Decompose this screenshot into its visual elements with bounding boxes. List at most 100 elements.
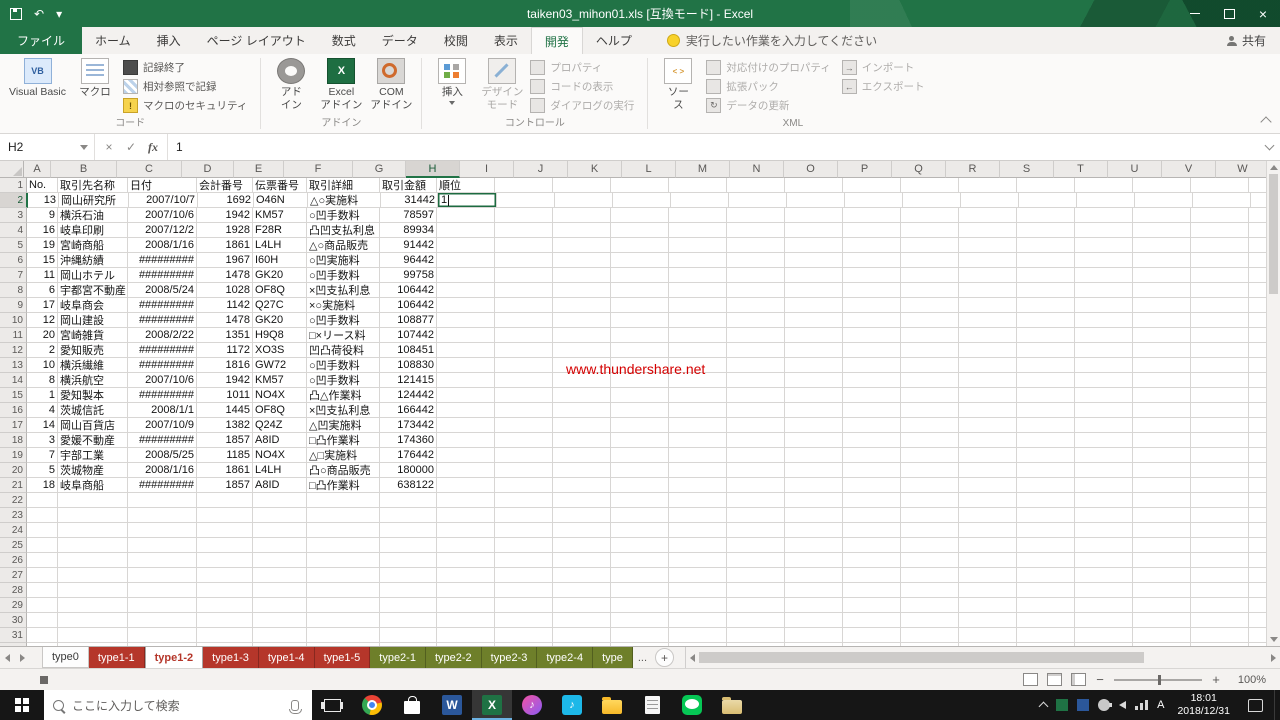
horizontal-scrollbar[interactable] xyxy=(685,647,1280,668)
cell-F7[interactable]: ○凹手数料 xyxy=(307,268,380,283)
cell-Q19[interactable] xyxy=(959,448,1017,463)
cell-K11[interactable] xyxy=(611,328,669,343)
cell-T20[interactable] xyxy=(1133,463,1191,478)
cell-C19[interactable]: 2008/5/25 xyxy=(128,448,197,463)
cell-R27[interactable] xyxy=(1017,568,1075,583)
cell-Q1[interactable] xyxy=(959,178,1017,193)
taskbar-clock[interactable]: 18:01 2018/12/31 xyxy=(1173,692,1234,718)
cell-D19[interactable]: 1185 xyxy=(197,448,253,463)
cell-M26[interactable] xyxy=(727,553,785,568)
cell-N8[interactable] xyxy=(785,283,843,298)
cell-S32[interactable] xyxy=(1075,643,1133,646)
cell-M8[interactable] xyxy=(727,283,785,298)
cell-N5[interactable] xyxy=(785,238,843,253)
cell-T4[interactable] xyxy=(1133,223,1191,238)
cell-S4[interactable] xyxy=(1075,223,1133,238)
cell-B21[interactable]: 岐阜商船 xyxy=(58,478,128,493)
cell-G1[interactable]: 取引金額 xyxy=(380,178,437,193)
cell-M11[interactable] xyxy=(727,328,785,343)
cell-D20[interactable]: 1861 xyxy=(197,463,253,478)
cell-K6[interactable] xyxy=(611,253,669,268)
cell-P2[interactable] xyxy=(903,193,961,208)
cell-A15[interactable]: 1 xyxy=(27,388,58,403)
row-header-25[interactable]: 25 xyxy=(0,538,27,553)
cell-A8[interactable]: 6 xyxy=(27,283,58,298)
taskbar-button-line-icon[interactable] xyxy=(672,690,712,720)
cell-H14[interactable] xyxy=(437,373,495,388)
cell-T15[interactable] xyxy=(1133,388,1191,403)
cell-C11[interactable]: 2008/2/22 xyxy=(128,328,197,343)
vertical-scroll-thumb[interactable] xyxy=(1269,174,1278,294)
cell-U20[interactable] xyxy=(1191,463,1249,478)
cell-N24[interactable] xyxy=(785,523,843,538)
column-header-M[interactable]: M xyxy=(676,161,730,178)
cell-E13[interactable]: GW72 xyxy=(253,358,307,373)
cell-F23[interactable] xyxy=(307,508,380,523)
cell-M25[interactable] xyxy=(727,538,785,553)
cell-N10[interactable] xyxy=(785,313,843,328)
cell-P23[interactable] xyxy=(901,508,959,523)
cell-T13[interactable] xyxy=(1133,358,1191,373)
cell-D31[interactable] xyxy=(197,628,253,643)
cell-Q5[interactable] xyxy=(959,238,1017,253)
cell-Q25[interactable] xyxy=(959,538,1017,553)
cell-F20[interactable]: 凸○商品販売 xyxy=(307,463,380,478)
cell-J6[interactable] xyxy=(553,253,611,268)
cell-T8[interactable] xyxy=(1133,283,1191,298)
cell-D2[interactable]: 1692 xyxy=(198,193,254,208)
cell-S22[interactable] xyxy=(1075,493,1133,508)
cell-S13[interactable] xyxy=(1075,358,1133,373)
cell-G8[interactable]: 106442 xyxy=(380,283,437,298)
cell-J7[interactable] xyxy=(553,268,611,283)
cell-J10[interactable] xyxy=(553,313,611,328)
row-header-11[interactable]: 11 xyxy=(0,328,27,343)
column-header-G[interactable]: G xyxy=(353,161,406,178)
cell-H1[interactable]: 順位 xyxy=(437,178,495,193)
cell-H15[interactable] xyxy=(437,388,495,403)
taskbar-button-folder-icon[interactable] xyxy=(712,690,752,720)
cell-I8[interactable] xyxy=(495,283,553,298)
cell-E1[interactable]: 伝票番号 xyxy=(253,178,307,193)
cell-S15[interactable] xyxy=(1075,388,1133,403)
cell-C7[interactable]: ######### xyxy=(128,268,197,283)
cell-R29[interactable] xyxy=(1017,598,1075,613)
cell-L10[interactable] xyxy=(669,313,727,328)
cell-P7[interactable] xyxy=(901,268,959,283)
cell-U6[interactable] xyxy=(1191,253,1249,268)
cell-D12[interactable]: 1172 xyxy=(197,343,253,358)
cell-U23[interactable] xyxy=(1191,508,1249,523)
cell-R6[interactable] xyxy=(1017,253,1075,268)
cell-O10[interactable] xyxy=(843,313,901,328)
cell-B2[interactable]: 岡山研究所 xyxy=(59,193,129,208)
cell-I28[interactable] xyxy=(495,583,553,598)
cell-I11[interactable] xyxy=(495,328,553,343)
taskbar-button-store-icon[interactable] xyxy=(392,690,432,720)
ribbon-tab-9[interactable]: ヘルプ xyxy=(583,27,645,54)
ribbon-tab-5[interactable]: データ xyxy=(369,27,431,54)
cell-Q13[interactable] xyxy=(959,358,1017,373)
cell-C27[interactable] xyxy=(128,568,197,583)
cell-K32[interactable] xyxy=(611,643,669,646)
cell-N1[interactable] xyxy=(785,178,843,193)
cell-D3[interactable]: 1942 xyxy=(197,208,253,223)
cell-H17[interactable] xyxy=(437,418,495,433)
cell-B3[interactable]: 横浜石油 xyxy=(58,208,128,223)
cell-A1[interactable]: No. xyxy=(27,178,58,193)
cell-E23[interactable] xyxy=(253,508,307,523)
cell-B7[interactable]: 岡山ホテル xyxy=(58,268,128,283)
cell-G15[interactable]: 124442 xyxy=(380,388,437,403)
ribbon-tab-1[interactable]: ホーム xyxy=(82,27,144,54)
cell-M29[interactable] xyxy=(727,598,785,613)
cell-B22[interactable] xyxy=(58,493,128,508)
ribbon-button-small[interactable]: 拡張パック xyxy=(703,77,838,96)
cell-B30[interactable] xyxy=(58,613,128,628)
cell-B28[interactable] xyxy=(58,583,128,598)
cell-C25[interactable] xyxy=(128,538,197,553)
cell-K25[interactable] xyxy=(611,538,669,553)
cell-U4[interactable] xyxy=(1191,223,1249,238)
cell-O2[interactable] xyxy=(845,193,903,208)
cell-C9[interactable]: ######### xyxy=(128,298,197,313)
cell-R21[interactable] xyxy=(1017,478,1075,493)
row-header-31[interactable]: 31 xyxy=(0,628,27,643)
column-header-C[interactable]: C xyxy=(117,161,182,178)
